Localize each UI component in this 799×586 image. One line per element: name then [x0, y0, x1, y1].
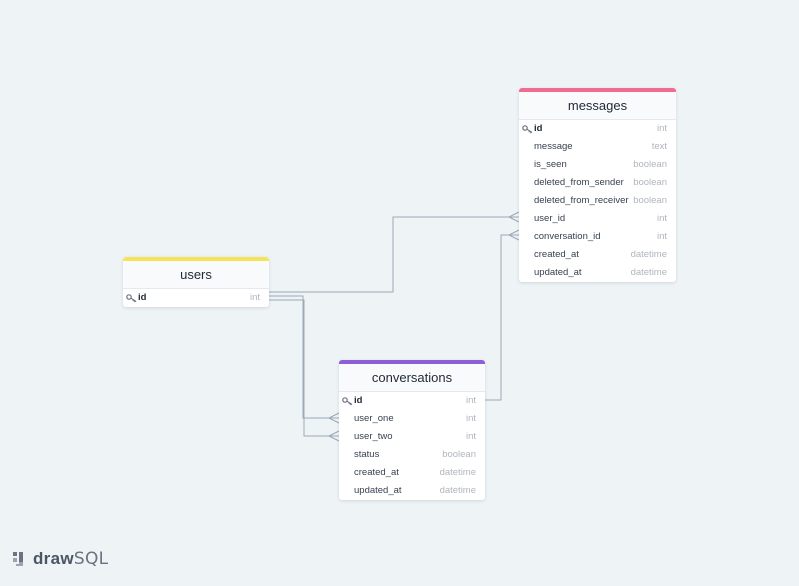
column-type: datetime	[439, 485, 476, 496]
column-row-primary-key[interactable]: id int	[519, 120, 676, 138]
column-row[interactable]: conversation_id int	[519, 228, 676, 246]
column-name: user_one	[354, 413, 394, 424]
column-row[interactable]: user_id int	[519, 210, 676, 228]
table-title: messages	[519, 92, 676, 120]
column-row[interactable]: updated_at datetime	[339, 482, 485, 500]
diagram-canvas[interactable]: users id int messages id int message text is_…	[0, 0, 799, 586]
column-type: int	[465, 395, 476, 406]
column-name: id	[534, 123, 543, 134]
column-name: conversation_id	[534, 231, 601, 242]
drawsql-logo[interactable]: drawSQL	[12, 548, 108, 570]
column-row[interactable]: created_at datetime	[339, 464, 485, 482]
table-title: users	[123, 261, 269, 289]
column-type: int	[656, 213, 667, 224]
column-row[interactable]: status boolean	[339, 446, 485, 464]
column-name: updated_at	[534, 267, 582, 278]
column-type: boolean	[633, 195, 667, 206]
column-list: id int user_one int user_two int status boolean…	[339, 392, 485, 500]
column-name: message	[534, 141, 573, 152]
column-type: int	[656, 231, 667, 242]
column-type: text	[651, 141, 667, 152]
column-row[interactable]: user_one int	[339, 410, 485, 428]
column-type: int	[656, 123, 667, 134]
column-name: id	[354, 395, 363, 406]
column-list: id int	[123, 289, 269, 307]
column-row-primary-key[interactable]: id int	[123, 289, 269, 307]
table-users[interactable]: users id int	[123, 257, 269, 307]
column-type: boolean	[633, 177, 667, 188]
connector-users-conversations-user-two[interactable]	[269, 299, 339, 437]
table-title: conversations	[339, 364, 485, 392]
primary-key-icon	[342, 397, 353, 406]
column-name: is_seen	[534, 159, 567, 170]
column-type: datetime	[630, 249, 667, 260]
column-name: deleted_from_receiver	[534, 195, 629, 206]
connector-conversations-messages[interactable]	[485, 234, 519, 401]
column-name: status	[354, 449, 380, 460]
column-type: int	[465, 413, 476, 424]
column-type: int	[249, 292, 260, 303]
column-row[interactable]: user_two int	[339, 428, 485, 446]
column-type: boolean	[442, 449, 476, 460]
drawsql-logo-icon	[13, 552, 23, 566]
column-list: id int message text is_seen boolean deleted_fr…	[519, 120, 676, 282]
column-row[interactable]: is_seen boolean	[519, 156, 676, 174]
connector-users-messages[interactable]	[269, 216, 519, 293]
column-type: datetime	[439, 467, 476, 478]
column-name: updated_at	[354, 485, 402, 496]
primary-key-icon	[126, 294, 137, 303]
column-name: user_id	[534, 213, 566, 224]
column-name: user_two	[354, 431, 393, 442]
column-row[interactable]: updated_at datetime	[519, 264, 676, 282]
column-name: created_at	[534, 249, 579, 260]
column-type: boolean	[633, 159, 667, 170]
column-type: int	[465, 431, 476, 442]
column-row[interactable]: deleted_from_receiver boolean	[519, 192, 676, 210]
primary-key-icon	[522, 125, 533, 134]
column-row[interactable]: created_at datetime	[519, 246, 676, 264]
drawsql-wordmark: drawSQL	[33, 549, 109, 569]
column-row-primary-key[interactable]: id int	[339, 392, 485, 410]
table-conversations[interactable]: conversations id int user_one int user_two in…	[339, 360, 485, 500]
column-name: deleted_from_sender	[534, 177, 624, 188]
column-name: id	[138, 292, 147, 303]
table-messages[interactable]: messages id int message text is_seen boolean d…	[519, 88, 676, 282]
column-name: created_at	[354, 467, 399, 478]
column-row[interactable]: message text	[519, 138, 676, 156]
column-row[interactable]: deleted_from_sender boolean	[519, 174, 676, 192]
column-type: datetime	[630, 267, 667, 278]
